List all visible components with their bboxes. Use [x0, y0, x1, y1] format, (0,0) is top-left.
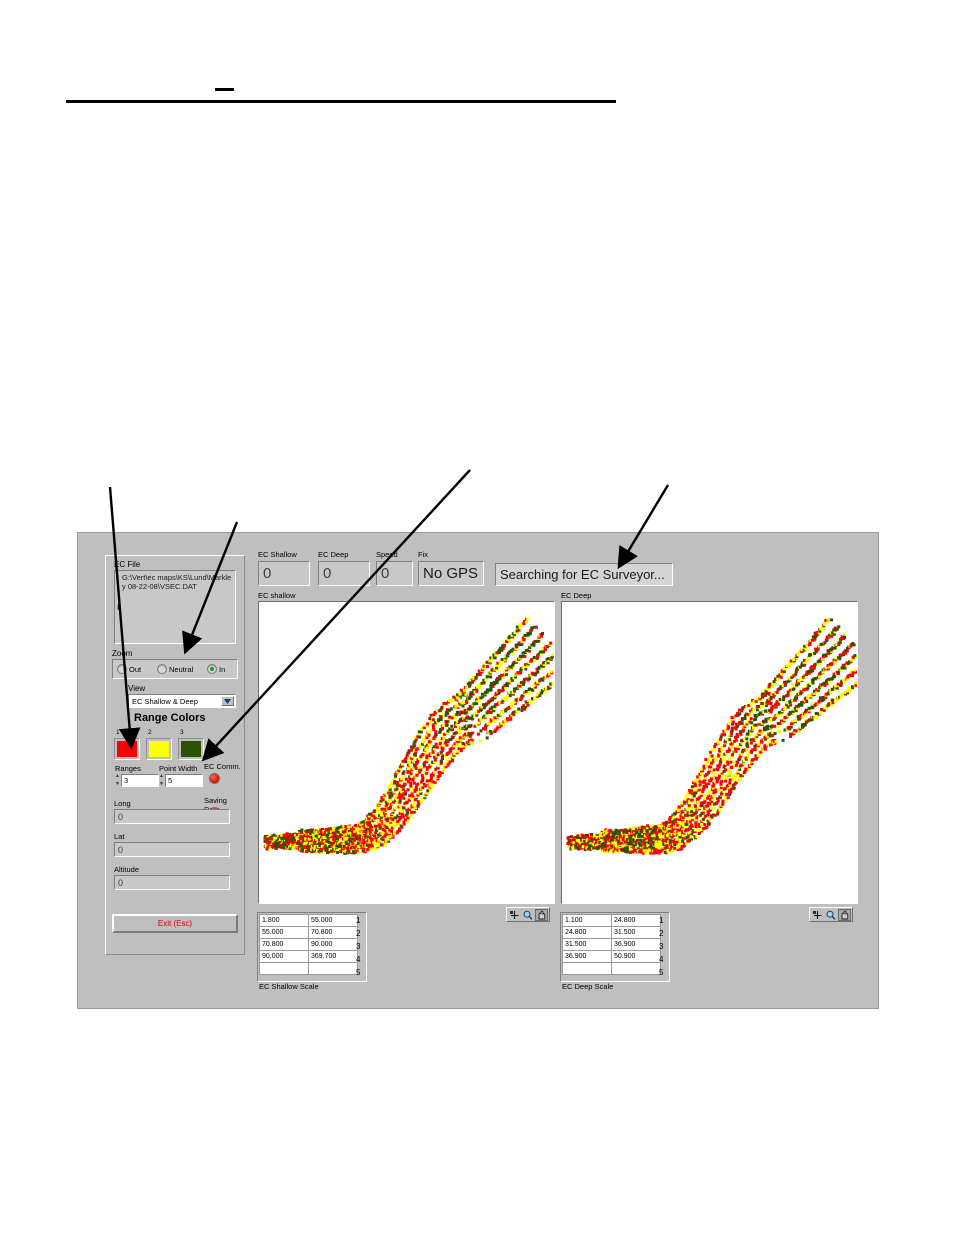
ec-shallow-scale-caption: EC Shallow Scale: [259, 982, 319, 991]
ec-shallow-scale-bevel: [257, 912, 367, 982]
lat-value: 0: [114, 842, 230, 857]
zoom-radio-group[interactable]: Out Neutral In: [112, 659, 238, 679]
ec-deep-readout-label: EC Deep: [318, 550, 349, 559]
point-width-value[interactable]: 5: [165, 774, 203, 787]
radio-dot-icon: [157, 664, 167, 674]
scale-row-index: 4: [356, 955, 361, 964]
range-color-fill-2: [149, 741, 169, 757]
radio-dot-icon: [117, 664, 127, 674]
range-color-index-3: 3: [180, 729, 184, 736]
ec-file-label: EC File: [114, 560, 141, 569]
range-color-swatch-3[interactable]: [178, 738, 204, 760]
ec-file-scroll-marker: ▮: [117, 604, 121, 611]
ec-comm-label: EC Comm.: [204, 762, 241, 771]
ec-shallow-graph-label: EC shallow: [258, 591, 296, 600]
scale-row-index: 1: [659, 916, 664, 925]
fix-readout-label: Fix: [418, 550, 428, 559]
zoom-radio-in[interactable]: In: [207, 664, 225, 674]
view-label: View: [128, 684, 146, 693]
ec-deep-scale-block: 1.100 24.800 24.800 31.500 31.500 36.900 36.90…: [560, 912, 670, 991]
exit-button[interactable]: Exit (Esc): [112, 914, 238, 933]
view-selected-value: EC Shallow & Deep: [132, 697, 198, 706]
scale-row-index: 5: [356, 968, 361, 977]
pan-hand-icon[interactable]: [838, 908, 851, 921]
document-rule-long: [66, 100, 616, 103]
point-width-label: Point Width: [159, 764, 198, 773]
ranges-spinner-icon[interactable]: ▲ ▼: [114, 774, 121, 787]
ec-comm-led: [209, 773, 220, 784]
labview-front-panel: EC File G:\Vert\ec maps\KS\Lund\Markley …: [77, 532, 879, 1009]
ec-deep-scale-bevel: [560, 912, 670, 982]
scale-row-index: 2: [659, 929, 664, 938]
range-color-swatch-2[interactable]: [146, 738, 172, 760]
ec-shallow-readout-value: 0: [258, 561, 310, 586]
view-dropdown[interactable]: EC Shallow & Deep: [128, 694, 236, 708]
zoom-group-label: Zoom: [112, 649, 133, 658]
zoom-radio-out-label: Out: [129, 664, 142, 674]
ec-deep-plot: [566, 617, 857, 855]
ec-deep-graph[interactable]: [561, 601, 858, 904]
ec-file-path-display[interactable]: G:\Vert\ec maps\KS\Lund\Markley 08-22-08…: [114, 570, 236, 644]
ec-shallow-scale-block: 1.800 55.000 55.000 70.800 70.800 90.000 90.00…: [257, 912, 367, 991]
range-color-fill-1: [117, 741, 137, 757]
ec-deep-readout-value: 0: [318, 561, 370, 586]
ec-shallow-scale-index-column: 1 2 3 4 5: [356, 914, 368, 979]
range-color-index-1: 1: [116, 729, 120, 736]
ec-deep-scale-index-column: 1 2 3 4 5: [659, 914, 671, 979]
altitude-label: Altitude: [114, 865, 140, 874]
range-color-index-2: 2: [148, 729, 152, 736]
zoom-magnifier-icon[interactable]: [824, 908, 837, 921]
lat-label: Lat: [114, 832, 125, 841]
ec-shallow-readout-label: EC Shallow: [258, 550, 297, 559]
range-color-fill-3: [181, 741, 201, 757]
ec-deep-graph-palette[interactable]: [809, 907, 853, 922]
range-colors-title: Range Colors: [134, 712, 206, 724]
scale-row-index: 3: [659, 942, 664, 951]
zoom-radio-neutral[interactable]: Neutral: [157, 664, 193, 674]
ec-deep-scale-caption: EC Deep Scale: [562, 982, 614, 991]
ec-shallow-graph-palette[interactable]: [506, 907, 550, 922]
ranges-stepper[interactable]: ▲ ▼ 3: [114, 774, 159, 787]
speed-readout-label: Speed: [376, 550, 398, 559]
long-value: 0: [114, 809, 230, 824]
radio-dot-selected-icon: [207, 664, 217, 674]
altitude-value: 0: [114, 875, 230, 890]
zoom-radio-out[interactable]: Out: [117, 664, 141, 674]
ec-shallow-graph[interactable]: [258, 601, 555, 904]
speed-readout-value: 0: [376, 561, 413, 586]
document-rule-short: [215, 88, 234, 91]
ec-deep-graph-label: EC Deep: [561, 591, 592, 600]
crosshair-cursor-icon[interactable]: [508, 908, 521, 921]
scale-row-index: 3: [356, 942, 361, 951]
ranges-label: Ranges: [115, 764, 141, 773]
ec-shallow-plot: [263, 617, 554, 855]
chevron-down-icon[interactable]: [221, 696, 234, 706]
scale-row-index: 2: [356, 929, 361, 938]
pan-hand-icon[interactable]: [535, 908, 548, 921]
scale-row-index: 5: [659, 968, 664, 977]
point-width-stepper[interactable]: ▲ ▼ 5: [158, 774, 203, 787]
scale-row-index: 4: [659, 955, 664, 964]
zoom-magnifier-icon[interactable]: [521, 908, 534, 921]
ranges-value[interactable]: 3: [121, 774, 159, 787]
ec-file-path-text: G:\Vert\ec maps\KS\Lund\Markley 08-22-08…: [122, 573, 232, 591]
fix-readout-value: No GPS: [418, 561, 484, 586]
long-label: Long: [114, 799, 131, 808]
status-message: Searching for EC Surveyor...: [495, 563, 673, 586]
point-width-spinner-icon[interactable]: ▲ ▼: [158, 774, 165, 787]
zoom-radio-neutral-label: Neutral: [169, 664, 194, 674]
scale-row-index: 1: [356, 916, 361, 925]
range-color-swatch-1[interactable]: [114, 738, 140, 760]
control-column: EC File G:\Vert\ec maps\KS\Lund\Markley …: [105, 555, 245, 955]
crosshair-cursor-icon[interactable]: [811, 908, 824, 921]
zoom-radio-in-label: In: [219, 664, 226, 674]
